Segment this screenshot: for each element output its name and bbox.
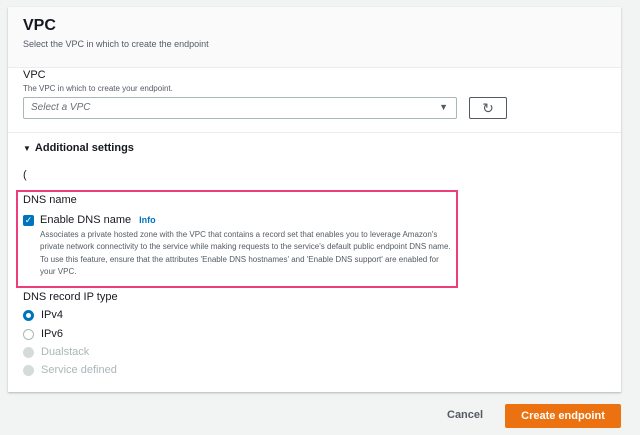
dns-name-description: Associates a private hosted zone with th… bbox=[40, 230, 451, 276]
panel-title: VPC bbox=[23, 17, 56, 34]
stray-text: ( bbox=[23, 169, 27, 181]
radio-ipv6[interactable]: IPv6 bbox=[23, 328, 63, 340]
radio-icon[interactable] bbox=[23, 328, 34, 340]
radio-ipv4[interactable]: IPv4 bbox=[23, 309, 63, 321]
refresh-icon: ↻ bbox=[482, 99, 494, 116]
vpc-panel: VPC Select the VPC in which to create th… bbox=[8, 7, 621, 392]
radio-selected-icon[interactable] bbox=[23, 309, 34, 321]
vpc-description: The VPC in which to create your endpoint… bbox=[23, 84, 173, 93]
radio-label: Dualstack bbox=[41, 346, 90, 358]
radio-label: Service defined bbox=[41, 364, 117, 376]
caret-down-icon: ▼ bbox=[23, 144, 31, 153]
dns-name-label: DNS name bbox=[23, 194, 77, 206]
additional-settings-label: Additional settings bbox=[34, 142, 134, 154]
radio-disabled-icon bbox=[23, 364, 34, 376]
cancel-button[interactable]: Cancel bbox=[447, 409, 483, 421]
panel-description: Select the VPC in which to create the en… bbox=[23, 39, 209, 49]
checkbox-checked-icon[interactable]: ✓ bbox=[23, 214, 34, 226]
enable-dns-name-checkbox-row[interactable]: ✓ Enable DNS name Info bbox=[23, 214, 156, 226]
dns-record-ip-type-label: DNS record IP type bbox=[23, 291, 118, 303]
create-endpoint-button[interactable]: Create endpoint bbox=[505, 404, 621, 428]
vpc-select[interactable]: Select a VPC ▼ bbox=[23, 97, 457, 119]
enable-dns-name-label: Enable DNS name bbox=[40, 214, 132, 226]
refresh-button[interactable]: ↻ bbox=[469, 97, 507, 119]
info-link[interactable]: Info bbox=[139, 215, 156, 225]
panel-header: VPC Select the VPC in which to create th… bbox=[8, 7, 621, 68]
radio-disabled-icon bbox=[23, 346, 34, 358]
vpc-label: VPC bbox=[23, 69, 46, 81]
vpc-select-placeholder: Select a VPC bbox=[31, 102, 91, 113]
radio-label: IPv6 bbox=[41, 328, 64, 340]
radio-service-defined: Service defined bbox=[23, 364, 117, 376]
radio-dualstack: Dualstack bbox=[23, 346, 89, 358]
radio-label: IPv4 bbox=[41, 309, 64, 321]
caret-down-icon: ▼ bbox=[439, 102, 448, 112]
additional-settings-toggle[interactable]: ▼ Additional settings bbox=[23, 142, 134, 154]
divider bbox=[8, 132, 621, 133]
